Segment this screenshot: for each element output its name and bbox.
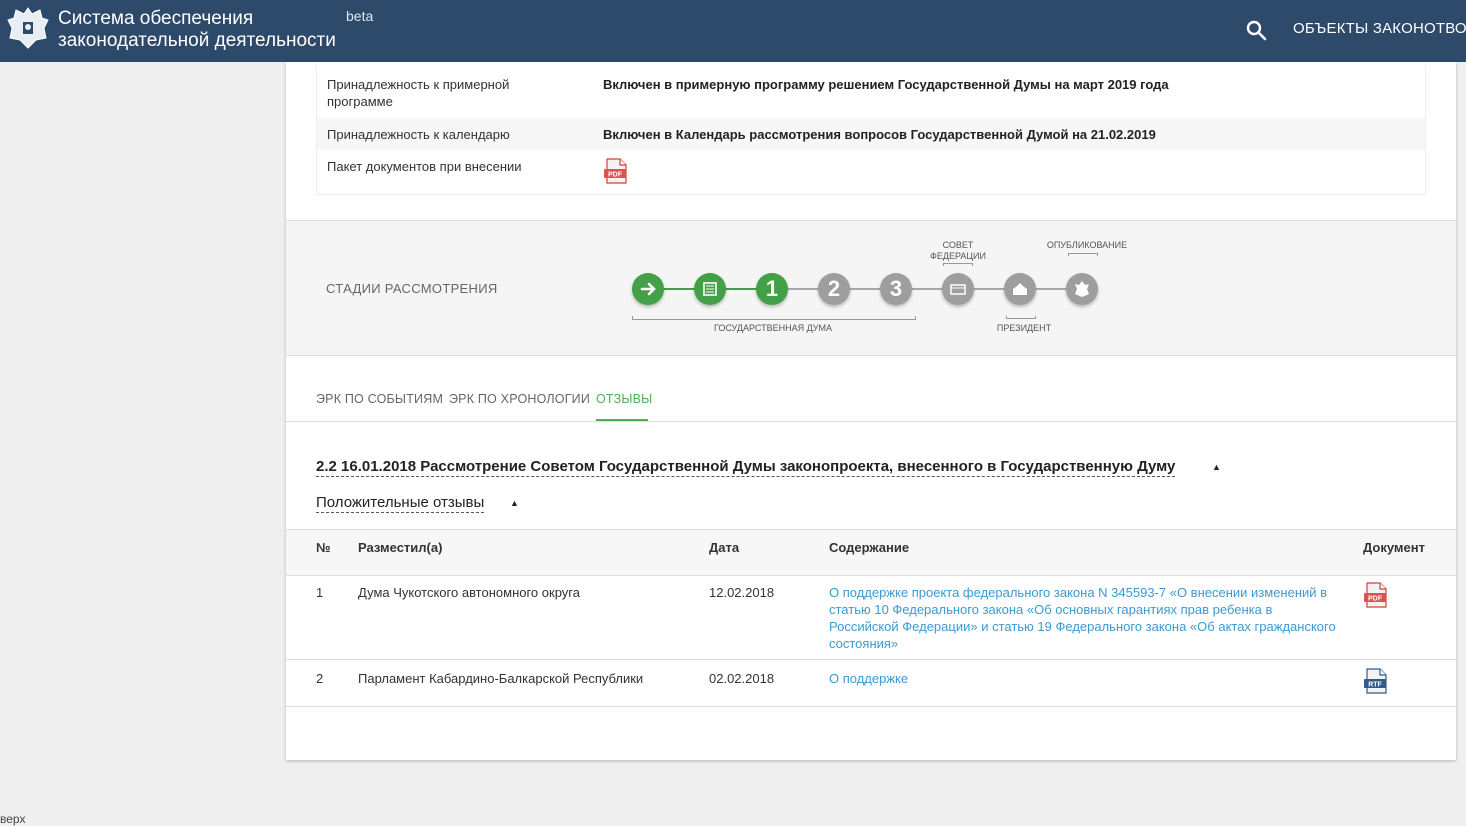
tab-erk-events[interactable]: ЭРК ПО СОБЫТИЯМ [316, 392, 443, 406]
beta-badge: beta [346, 8, 374, 24]
stages-panel: СТАДИИ РАССМОТРЕНИЯ 1 2 3 ГОСУДАРСТВЕННА… [286, 220, 1456, 356]
row-content-link[interactable]: О поддержке проекта федерального закона … [829, 584, 1343, 652]
duma-label: ГОСУДАРСТВЕННАЯ ДУМА [713, 323, 832, 333]
svg-text:PDF: PDF [608, 172, 623, 179]
row-content-link[interactable]: О поддержке [829, 670, 908, 687]
app-title-line2: законодательной деятельности [58, 30, 336, 51]
positive-reviews-toggle[interactable]: Положительные отзывы [316, 494, 485, 513]
stage-preliminary-icon[interactable] [694, 273, 726, 305]
pdf-icon-text: PDF [1368, 596, 1383, 603]
col-document: Документ [1363, 540, 1425, 555]
stages-label: СТАДИИ РАССМОТРЕНИЯ [326, 281, 498, 296]
info-row: Принадлежность к примерной программе Вкл… [317, 66, 1425, 118]
duma-bracket [632, 316, 916, 320]
stage-introduction-icon[interactable] [632, 273, 664, 305]
nav-objects-link[interactable]: ОБЪЕКТЫ ЗАКОНОТВОР [1293, 20, 1466, 37]
table-row: 2 Парламент Кабардино-Балкарской Республ… [286, 660, 1456, 707]
col-number: № [316, 540, 331, 555]
stage-first-reading[interactable]: 1 [756, 273, 788, 305]
stage-second-reading[interactable]: 2 [818, 273, 850, 305]
back-to-top-link[interactable]: верх [0, 812, 25, 826]
publication-icon[interactable] [1066, 273, 1098, 305]
president-icon[interactable] [1004, 273, 1036, 305]
table-row: 1 Дума Чукотского автономного округа 12.… [286, 574, 1456, 660]
col-date: Дата [709, 540, 740, 555]
tab-reviews[interactable]: ОТЗЫВЫ [596, 392, 652, 406]
caret-up-icon[interactable]: ▲ [510, 498, 519, 508]
active-tab-indicator [596, 419, 648, 421]
row-date: 12.02.2018 [709, 585, 775, 600]
bill-info-table: Принадлежность к примерной программе Вкл… [316, 66, 1426, 195]
row-author: Дума Чукотского автономного округа [358, 585, 580, 600]
search-icon[interactable] [1244, 18, 1268, 42]
row-number: 1 [316, 585, 324, 600]
tab-erk-chronology[interactable]: ЭРК ПО ХРОНОЛОГИИ [449, 392, 590, 406]
col-author: Разместил(а) [358, 540, 443, 555]
row-date: 02.02.2018 [709, 671, 775, 686]
rtf-icon[interactable]: RTF [1363, 668, 1389, 694]
publication-bracket [1068, 253, 1098, 256]
coat-of-arms-logo[interactable] [6, 4, 50, 52]
stage-third-reading[interactable]: 3 [880, 273, 912, 305]
pdf-icon[interactable]: PDF [1363, 582, 1389, 608]
col-content: Содержание [829, 540, 910, 555]
president-bracket [1006, 316, 1036, 319]
info-row: Пакет документов при внесении PDF [317, 150, 1425, 194]
pdf-icon[interactable]: PDF [603, 158, 629, 184]
row-number: 2 [316, 671, 324, 686]
federation-council-icon[interactable] [942, 273, 974, 305]
publication-label: ОПУБЛИКОВАНИЕ [1046, 240, 1128, 250]
reviews-table-header: № Разместил(а) Дата Содержание Документ [286, 529, 1456, 576]
info-row: Принадлежность к календарю Включен в Кал… [317, 118, 1425, 150]
info-label: Принадлежность к календарю [327, 127, 510, 142]
info-value: Включен в примерную программу решением Г… [603, 77, 1169, 92]
rtf-icon-text: RTF [1368, 682, 1382, 689]
tabs-bar: ЭРК ПО СОБЫТИЯМ ЭРК ПО ХРОНОЛОГИИ ОТЗЫВЫ [286, 354, 1456, 422]
council-label-1: СОВЕТ [942, 240, 974, 250]
info-value: Включен в Календарь рассмотрения вопросо… [603, 127, 1156, 142]
council-bracket [943, 263, 973, 266]
app-title-line1: Система обеспечения [58, 8, 254, 29]
bill-card: Принадлежность к примерной программе Вкл… [286, 62, 1456, 760]
council-label-2: ФЕДЕРАЦИИ [930, 251, 986, 261]
info-label: Пакет документов при внесении [327, 159, 522, 174]
info-label: Принадлежность к примерной программе [327, 77, 510, 109]
caret-up-icon[interactable]: ▲ [1212, 462, 1221, 472]
event-title-link[interactable]: 2.2 16.01.2018 Рассмотрение Советом Госу… [316, 458, 1176, 477]
top-header: Система обеспечения законодательной деят… [0, 0, 1466, 62]
app-title: Система обеспечения законодательной деят… [58, 8, 336, 52]
president-label: ПРЕЗИДЕНТ [996, 323, 1052, 333]
row-author: Парламент Кабардино-Балкарской Республик… [358, 671, 644, 686]
